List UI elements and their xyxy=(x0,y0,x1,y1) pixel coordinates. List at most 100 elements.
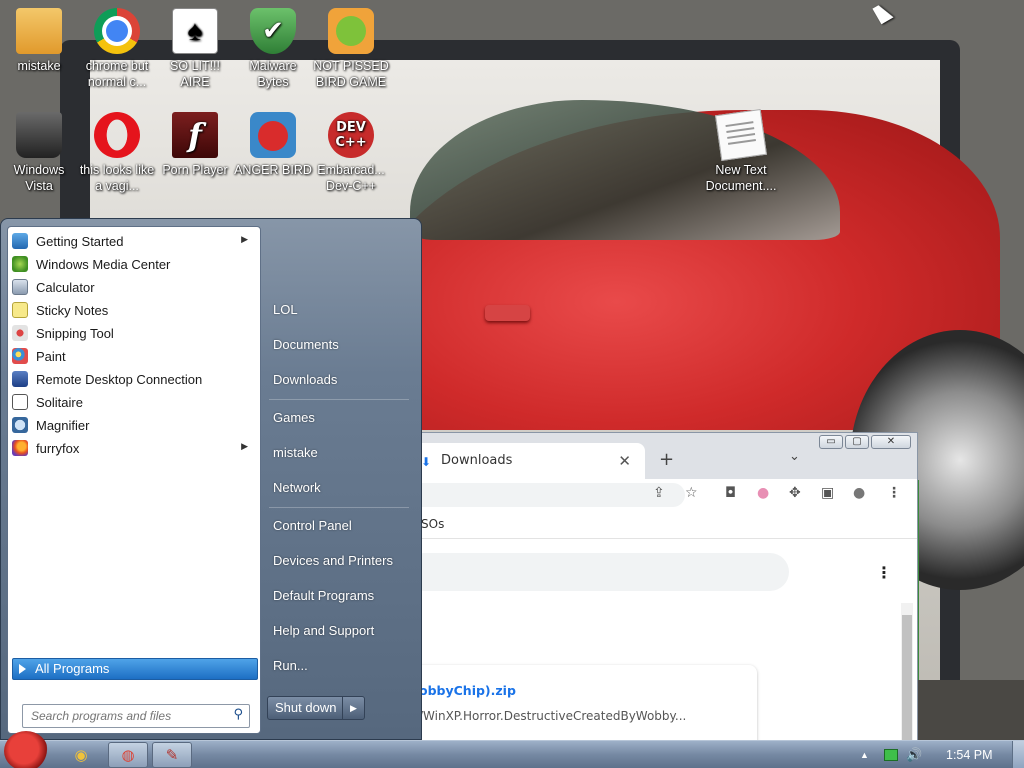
maximize-button[interactable]: ▢ xyxy=(845,435,869,449)
wallpaper-car-handle xyxy=(485,305,530,321)
program-snipping-tool[interactable]: Snipping Tool xyxy=(12,322,256,344)
desktop-icon-chrome[interactable]: chrome but normal c... xyxy=(78,8,156,90)
desktop-icon-angry-bird[interactable]: ANGER BIRD xyxy=(234,112,312,178)
taskbar-paint-button[interactable]: ✎ xyxy=(152,742,192,768)
devcpp-glyph: DEV C++ xyxy=(335,120,367,150)
side-panel-icon[interactable]: ▣ xyxy=(821,485,834,501)
desktop-icon-solitaire[interactable]: ♠ SO LIT!!! AIRE xyxy=(156,8,234,90)
program-paint[interactable]: Paint xyxy=(12,345,256,367)
start-link-help-support[interactable]: Help and Support xyxy=(273,623,374,638)
address-bar[interactable] xyxy=(405,483,685,507)
start-link-mistake[interactable]: mistake xyxy=(273,445,318,460)
download-icon: ⬇ xyxy=(421,455,432,469)
tab-downloads[interactable]: ⬇ Downloads ✕ xyxy=(405,443,645,479)
desktop-icon-label: Windows Vista xyxy=(13,163,65,193)
desktop-icon-malwarebytes[interactable]: ✔ Malware Bytes xyxy=(234,8,312,90)
minimize-button[interactable]: ▭ xyxy=(819,435,843,449)
start-link-lol[interactable]: LOL xyxy=(273,302,298,317)
desktop-icon-mistake[interactable]: mistake xyxy=(0,8,78,74)
desktop-icon-new-text-document[interactable]: New Text Document.... xyxy=(702,109,780,194)
expand-arrow-icon xyxy=(19,664,26,674)
program-label: furryfox xyxy=(36,440,80,456)
download-source-url: /WinXP.Horror.DestructiveCreatedByWobby.… xyxy=(419,709,687,723)
download-file-name[interactable]: obbyChip).zip xyxy=(419,683,516,698)
desktop-icon-devcpp[interactable]: DEV C++ Embarcad... Dev-C++ xyxy=(312,112,390,194)
desktop-icon-label: this looks like a vagi... xyxy=(79,163,155,193)
start-link-run[interactable]: Run... xyxy=(273,658,308,673)
start-separator xyxy=(269,399,409,400)
program-label: Calculator xyxy=(36,279,95,295)
desktop-icon-recycle-bin[interactable]: Windows Vista xyxy=(0,112,78,194)
program-getting-started[interactable]: Getting Started ▶ xyxy=(12,230,256,252)
tab-close-icon[interactable]: ✕ xyxy=(618,452,631,470)
start-link-devices-printers[interactable]: Devices and Printers xyxy=(273,553,393,568)
desktop-icon-label: NOT PISSED BIRD GAME xyxy=(313,59,389,89)
shutdown-button[interactable]: Shut down ▶ xyxy=(267,696,365,720)
flash-icon: f xyxy=(172,112,218,158)
flag-extension-icon[interactable]: ● xyxy=(757,485,769,501)
start-menu: Getting Started ▶ Windows Media Center C… xyxy=(0,218,422,740)
ublock-icon[interactable]: ◘ xyxy=(725,485,736,501)
taskbar-chrome-button[interactable]: ◍ xyxy=(108,742,148,768)
clock[interactable]: 1:54 PM xyxy=(946,741,993,768)
scrollbar[interactable] xyxy=(901,603,913,741)
show-desktop-button[interactable] xyxy=(1012,741,1024,768)
program-furryfox[interactable]: furryfox ▶ xyxy=(12,437,256,459)
desktop-icon-label: Embarcad... Dev-C++ xyxy=(317,163,385,193)
paint-icon xyxy=(12,348,28,364)
extensions-puzzle-icon[interactable]: ✥ xyxy=(789,485,801,501)
volume-icon[interactable]: 🔊 xyxy=(906,741,922,768)
start-separator xyxy=(269,507,409,508)
tab-search-button[interactable]: ⌄ xyxy=(789,449,800,464)
desktop-icon-flash-player[interactable]: f Porn Player xyxy=(156,112,234,178)
solitaire-icon xyxy=(12,394,28,410)
all-programs-button[interactable]: All Programs xyxy=(12,658,258,680)
desktop-icon-label: mistake xyxy=(17,59,61,73)
start-link-documents[interactable]: Documents xyxy=(273,337,339,352)
program-sticky-notes[interactable]: Sticky Notes xyxy=(12,299,256,321)
chrome-icon: ◍ xyxy=(121,746,135,764)
solitaire-icon: ♠ xyxy=(172,8,218,54)
calculator-icon xyxy=(12,279,28,295)
search-icon[interactable]: ⚲ xyxy=(233,707,243,722)
shutdown-options-arrow[interactable]: ▶ xyxy=(342,697,364,719)
network-icon[interactable] xyxy=(884,749,898,761)
paint-icon: ✎ xyxy=(165,746,179,764)
sticky-notes-icon xyxy=(12,302,28,318)
taskbar: ◉ ◍ ✎ ▲ 🔊 1:54 PM xyxy=(0,731,1024,768)
share-icon[interactable]: ⇪ xyxy=(653,485,665,501)
start-search-box[interactable]: ⚲ xyxy=(22,704,250,728)
window-controls: ▭ ▢ ✕ xyxy=(819,435,911,449)
downloads-search-field[interactable] xyxy=(405,553,789,591)
bookmark-item[interactable]: SOs xyxy=(421,517,444,531)
start-search-input[interactable] xyxy=(31,708,221,724)
magnifier-icon xyxy=(12,417,28,433)
profile-avatar-icon[interactable]: ● xyxy=(853,485,865,501)
start-link-downloads[interactable]: Downloads xyxy=(273,372,337,387)
taskbar-explorer-button[interactable]: ◉ xyxy=(64,742,98,768)
desktop-icon-label: SO LIT!!! AIRE xyxy=(169,59,220,89)
bookmark-star-icon[interactable]: ☆ xyxy=(685,485,698,501)
angry-bird-icon xyxy=(250,112,296,158)
shield-check-icon: ✔ xyxy=(250,8,296,54)
text-document-icon xyxy=(715,109,767,161)
start-link-network[interactable]: Network xyxy=(273,480,321,495)
browser-menu-icon[interactable]: ⋮ xyxy=(887,485,901,501)
start-button[interactable] xyxy=(4,731,48,768)
new-tab-button[interactable]: + xyxy=(659,449,674,470)
program-magnifier[interactable]: Magnifier xyxy=(12,414,256,436)
start-link-default-programs[interactable]: Default Programs xyxy=(273,588,374,603)
show-hidden-icons-arrow[interactable]: ▲ xyxy=(860,741,869,768)
chrome-window[interactable]: ▭ ▢ ✕ ⬇ Downloads ✕ + ⌄ ⇪ ☆ ◘ ● ✥ ▣ ● ⋮ … xyxy=(390,432,918,742)
program-windows-media-center[interactable]: Windows Media Center xyxy=(12,253,256,275)
desktop-icon-opera[interactable]: this looks like a vagi... xyxy=(78,112,156,194)
remote-desktop-icon xyxy=(12,371,28,387)
close-button[interactable]: ✕ xyxy=(871,435,911,449)
program-solitaire[interactable]: Solitaire xyxy=(12,391,256,413)
program-remote-desktop[interactable]: Remote Desktop Connection xyxy=(12,368,256,390)
page-more-icon[interactable]: ⋮ xyxy=(876,563,892,582)
desktop-icon-pig-game[interactable]: NOT PISSED BIRD GAME xyxy=(312,8,390,90)
program-calculator[interactable]: Calculator xyxy=(12,276,256,298)
start-link-games[interactable]: Games xyxy=(273,410,315,425)
start-link-control-panel[interactable]: Control Panel xyxy=(273,518,352,533)
